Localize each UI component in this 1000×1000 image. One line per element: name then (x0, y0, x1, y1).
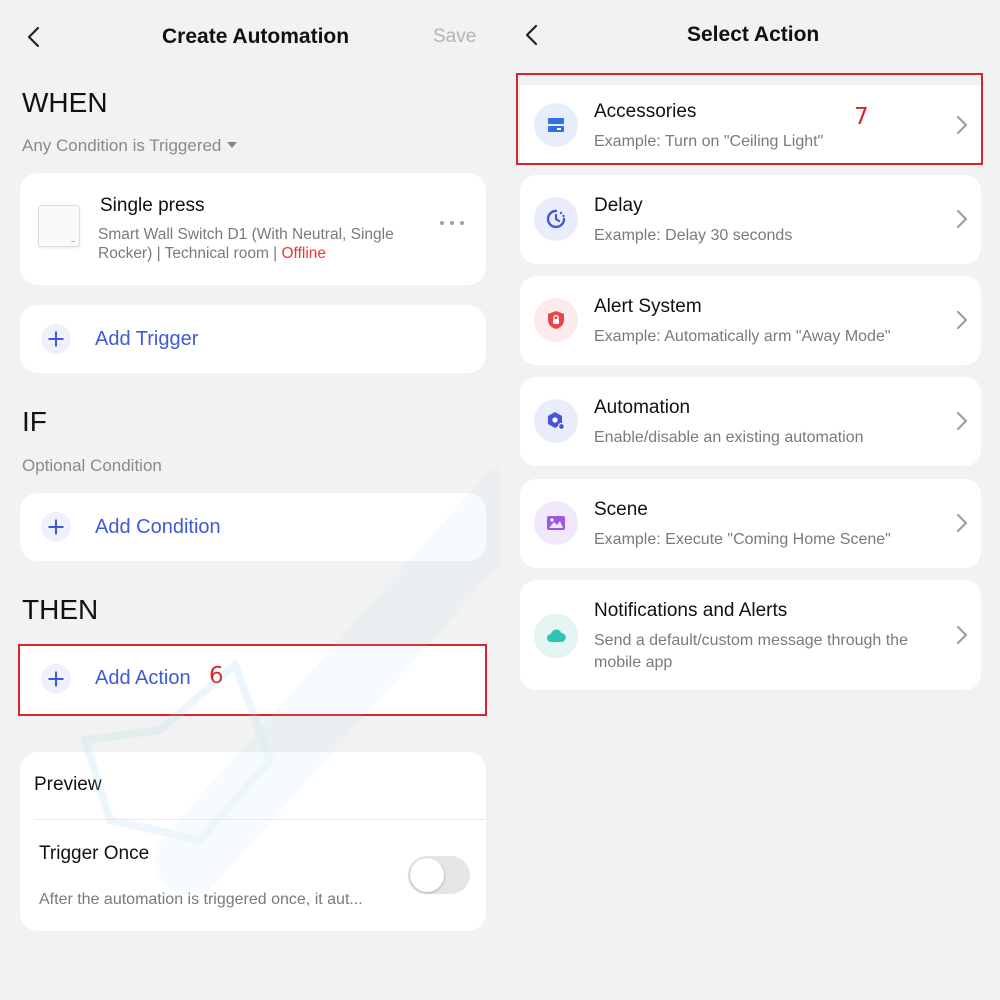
action-desc: Example: Automatically arm "Away Mode" (594, 328, 891, 345)
chevron-right-icon (955, 410, 969, 432)
cloud-icon (534, 614, 578, 658)
step-annotation-6: 6 (209, 663, 224, 689)
action-desc: Enable/disable an existing automation (594, 429, 864, 446)
action-item-delay[interactable]: Delay Example: Delay 30 seconds (520, 175, 981, 264)
trigger-once-toggle[interactable] (408, 856, 470, 894)
divider (34, 819, 486, 820)
trigger-name: Single press (100, 195, 205, 216)
action-item-accessories[interactable]: Accessories Example: Turn on "Ceiling Li… (520, 85, 981, 163)
action-title: Delay (594, 195, 643, 216)
add-condition-label: Add Condition (95, 516, 221, 538)
caret-down-icon (227, 141, 238, 148)
action-desc: Example: Turn on "Ceiling Light" (594, 133, 824, 150)
automation-hexagon-icon (534, 399, 578, 443)
trigger-once-desc: After the automation is triggered once, … (39, 891, 363, 908)
chevron-right-icon (955, 208, 969, 230)
preview-card: Preview Trigger Once After the automatio… (20, 752, 486, 931)
add-action-label: Add Action (95, 667, 191, 689)
chevron-left-icon (525, 24, 538, 46)
back-button[interactable] (20, 22, 50, 52)
trigger-card[interactable]: Single press Smart Wall Switch D1 (With … (20, 173, 486, 285)
trigger-once-label: Trigger Once (39, 843, 150, 864)
trigger-device-line2: Rocker) | Technical room | (98, 245, 282, 262)
add-condition-button[interactable]: Add Condition (20, 493, 486, 561)
when-section-title: WHEN (22, 87, 108, 118)
plus-icon (41, 664, 71, 694)
toggle-knob (410, 858, 444, 892)
action-desc: Example: Execute "Coming Home Scene" (594, 531, 891, 548)
add-trigger-button[interactable]: Add Trigger (20, 305, 486, 373)
more-dot-icon (460, 221, 464, 225)
trigger-device-desc: Smart Wall Switch D1 (With Neutral, Sing… (98, 225, 428, 263)
action-title: Scene (594, 499, 648, 520)
condition-mode-label: Any Condition is Triggered (22, 136, 222, 155)
if-subtitle: Optional Condition (22, 456, 162, 475)
action-item-notifications-and-alerts[interactable]: Notifications and Alerts Send a default/… (520, 580, 981, 690)
trigger-device-line1: Smart Wall Switch D1 (With Neutral, Sing… (98, 226, 394, 243)
more-options-button[interactable] (440, 217, 464, 229)
accessory-icon (534, 103, 578, 147)
chevron-right-icon (955, 114, 969, 136)
add-action-button[interactable]: Add Action 6 (20, 645, 486, 714)
chevron-right-icon (955, 512, 969, 534)
action-desc: Send a default/custom message through th… (594, 632, 908, 671)
add-trigger-label: Add Trigger (95, 328, 199, 350)
step-annotation-7: 7 (854, 104, 869, 130)
page-title: Select Action (687, 23, 820, 46)
action-title: Alert System (594, 296, 702, 317)
chevron-right-icon (955, 309, 969, 331)
action-item-scene[interactable]: Scene Example: Execute "Coming Home Scen… (520, 479, 981, 568)
wall-switch-icon (38, 205, 80, 247)
action-item-automation[interactable]: Automation Enable/disable an existing au… (520, 377, 981, 466)
then-section-title: THEN (22, 594, 99, 625)
delay-clock-icon (534, 197, 578, 241)
more-dot-icon (450, 221, 454, 225)
preview-label: Preview (34, 774, 102, 795)
action-title: Notifications and Alerts (594, 600, 788, 621)
action-title: Accessories (594, 101, 697, 122)
create-automation-screen: Create Automation Save WHEN Any Conditio… (0, 0, 520, 1000)
if-section-title: IF (22, 406, 47, 437)
page-title: Create Automation (162, 25, 350, 48)
back-button[interactable] (518, 20, 548, 50)
scene-image-icon (534, 501, 578, 545)
offline-status: Offline (281, 245, 327, 262)
more-dot-icon (440, 221, 444, 225)
select-action-screen: Select Action Accessories Example: Turn … (500, 0, 1000, 1000)
plus-icon (41, 324, 71, 354)
condition-mode-dropdown[interactable]: Any Condition is Triggered (22, 136, 238, 156)
shield-lock-icon (534, 298, 578, 342)
save-button[interactable]: Save (433, 26, 476, 48)
action-title: Automation (594, 397, 691, 418)
chevron-left-icon (27, 26, 40, 48)
action-item-alert-system[interactable]: Alert System Example: Automatically arm … (520, 276, 981, 365)
plus-icon (41, 512, 71, 542)
chevron-right-icon (955, 624, 969, 646)
action-desc: Example: Delay 30 seconds (594, 227, 793, 244)
